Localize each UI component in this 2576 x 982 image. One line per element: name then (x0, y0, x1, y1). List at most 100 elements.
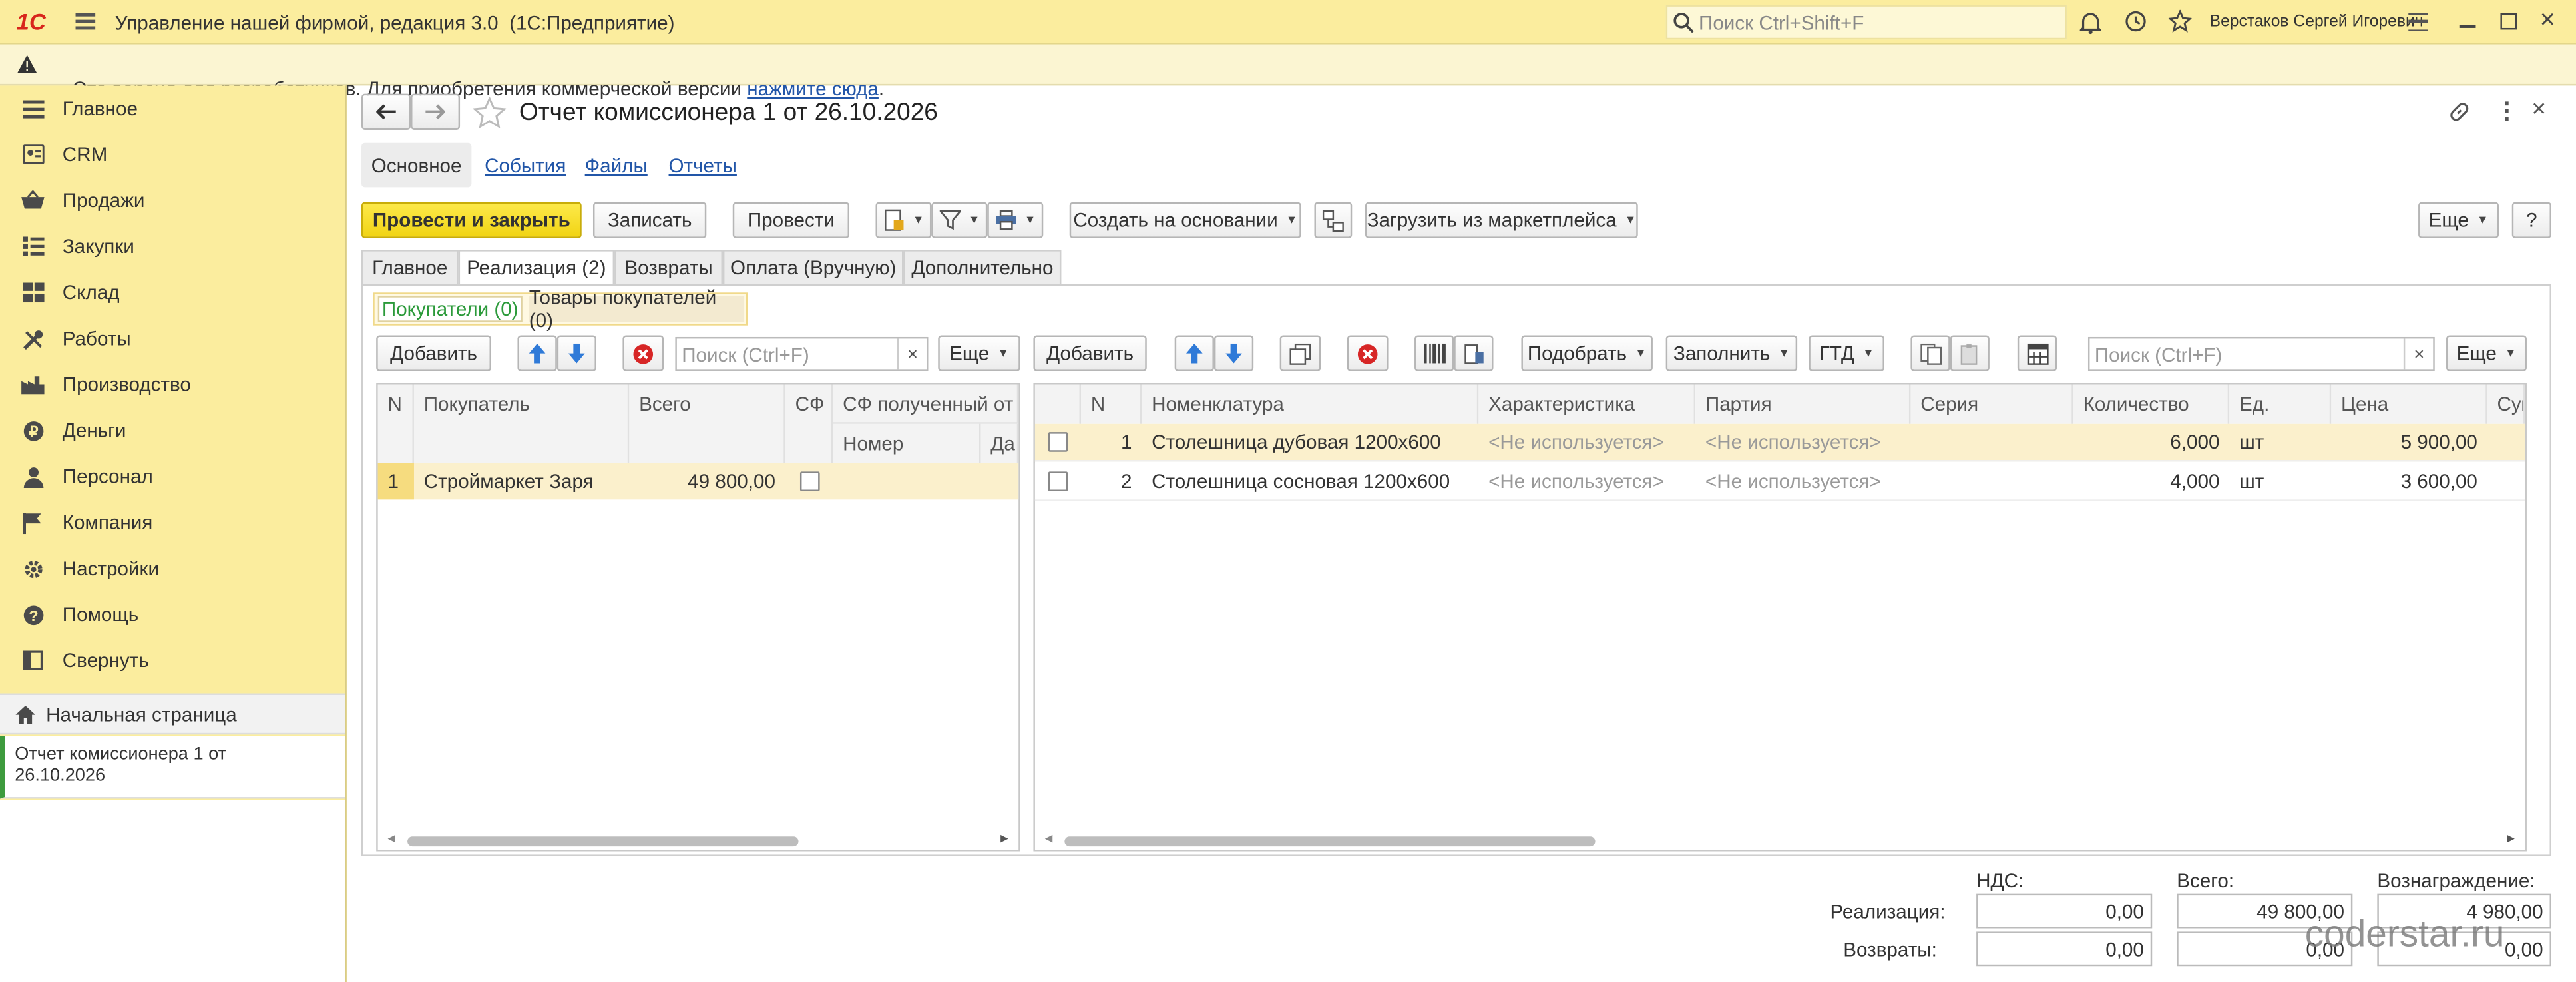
right-copy-button[interactable] (1279, 335, 1321, 371)
left-more-button[interactable]: Еще ▼ (938, 335, 1020, 371)
right-move-down-button[interactable] (1213, 335, 1254, 371)
warning-link[interactable]: нажмите сюда (747, 77, 879, 101)
more-button[interactable]: Еще ▼ (2418, 202, 2499, 238)
sidebar-item-purchases[interactable]: Закупки (0, 224, 345, 270)
gtd-button[interactable]: ГТД ▼ (1809, 335, 1884, 371)
forward-button[interactable] (411, 93, 461, 130)
clear-icon[interactable]: × (2403, 338, 2433, 370)
tab-main[interactable]: Основное (361, 142, 472, 188)
table-row[interactable]: 1 Столешница дубовая 1200х600 <Не исполь… (1034, 423, 2525, 462)
minimize-icon[interactable] (2459, 25, 2476, 27)
save-button[interactable]: Записать (592, 202, 707, 238)
table-row[interactable]: 2 Столешница сосновая 1200х600 <Не испол… (1034, 463, 2525, 501)
sidebar-item-warehouse[interactable]: Склад (0, 270, 345, 316)
right-add-button[interactable]: Добавить (1033, 335, 1147, 371)
favorites-icon[interactable] (2168, 9, 2192, 33)
barcode-button[interactable] (1414, 335, 1454, 371)
global-search[interactable]: Поиск Ctrl+Shift+F (1665, 5, 2067, 40)
left-horizontal-scrollbar[interactable]: ◀ ▶ (378, 833, 1019, 850)
subtab-buyer-goods[interactable]: Товары покупателей (0) (529, 286, 745, 332)
scroll-left-icon[interactable]: ◀ (387, 833, 395, 845)
col-sum[interactable]: Сум (2487, 384, 2525, 424)
col-price[interactable]: Цена (2331, 384, 2487, 424)
cell-check[interactable] (1035, 463, 1081, 499)
scroll-right-icon[interactable]: ▶ (2507, 833, 2514, 845)
left-delete-button[interactable] (622, 335, 664, 371)
create-document-button[interactable]: ▼ (875, 202, 932, 238)
paste-rows-button[interactable] (1950, 335, 1990, 371)
create-based-on-button[interactable]: Создать на основании ▼ (1069, 202, 1301, 238)
sidebar-item-money[interactable]: ₽ Деньги (0, 407, 345, 453)
history-icon[interactable] (2124, 10, 2147, 33)
scroll-right-icon[interactable]: ▶ (1000, 833, 1008, 845)
sidebar-item-help[interactable]: ? Помощь (0, 592, 345, 638)
app-logo[interactable]: 1С (17, 8, 46, 34)
sidebar-item-collapse[interactable]: Свернуть (0, 638, 345, 684)
tab-returns[interactable]: Возвраты (614, 250, 723, 286)
tab-general[interactable]: Главное (361, 250, 459, 286)
subtab-buyers[interactable]: Покупатели (0) (377, 296, 523, 322)
col-number[interactable]: Номер (833, 423, 981, 464)
print-button[interactable]: ▼ (987, 202, 1044, 238)
copy-rows-button[interactable] (1910, 335, 1950, 371)
close-window-icon[interactable]: × (2540, 7, 2555, 36)
right-more-button[interactable]: Еще ▼ (2446, 335, 2527, 371)
col-n[interactable]: N (377, 384, 414, 464)
more-actions-icon[interactable]: ⋮ (2495, 99, 2519, 122)
scrollbar-thumb[interactable] (407, 836, 799, 847)
sidebar-item-sales[interactable]: Продажи (0, 178, 345, 224)
col-sf-received[interactable]: СФ полученный от ко (833, 384, 1019, 424)
scroll-left-icon[interactable]: ◀ (1045, 833, 1052, 845)
home-page-item[interactable]: Начальная страница (0, 693, 345, 735)
bell-icon[interactable] (2079, 11, 2101, 35)
col-item[interactable]: Номенклатура (1142, 384, 1479, 424)
col-n[interactable]: N (1081, 384, 1142, 424)
settings-menu-icon[interactable] (2408, 13, 2428, 31)
tab-sales[interactable]: Реализация (2) (458, 250, 615, 286)
fill-button[interactable]: Заполнить ▼ (1665, 335, 1798, 371)
right-horizontal-scrollbar[interactable]: ◀ ▶ (1035, 833, 2525, 850)
post-button[interactable]: Провести (732, 202, 850, 238)
tab-files[interactable]: Файлы (585, 154, 648, 178)
tab-additional[interactable]: Дополнительно (903, 250, 1062, 286)
col-series[interactable]: Серия (1910, 384, 2073, 424)
col-date[interactable]: Да (980, 423, 1019, 464)
right-move-up-button[interactable] (1174, 335, 1214, 371)
sidebar-item-company[interactable]: Компания (0, 499, 345, 545)
sidebar-item-works[interactable]: Работы (0, 316, 345, 362)
structure-button[interactable] (1314, 202, 1353, 238)
left-add-button[interactable]: Добавить (376, 335, 491, 371)
post-and-close-button[interactable]: Провести и закрыть (361, 202, 582, 238)
right-search-input[interactable]: Поиск (Ctrl+F) × (2087, 336, 2435, 371)
scrollbar-thumb[interactable] (1064, 836, 1596, 847)
left-search-input[interactable]: Поиск (Ctrl+F) × (675, 336, 929, 371)
returns-vat-field[interactable]: 0,00 (1976, 931, 2153, 967)
sidebar-item-settings[interactable]: Настройки (0, 545, 345, 591)
col-sf[interactable]: СФ (785, 384, 833, 464)
user-name[interactable]: Верстаков Сергей Игоревич (2210, 13, 2424, 31)
right-delete-button[interactable] (1347, 335, 1389, 371)
open-document-item[interactable]: Отчет комиссионера 1 от 26.10.2026 (0, 736, 345, 799)
sidebar-item-personnel[interactable]: Персонал (0, 453, 345, 499)
star-icon[interactable] (473, 97, 507, 128)
sf-checkbox[interactable] (799, 471, 819, 491)
tab-payment[interactable]: Оплата (Вручную) (722, 250, 904, 286)
cell-check[interactable] (1035, 424, 1081, 460)
col-unit[interactable]: Ед. (2229, 384, 2332, 424)
help-button[interactable]: ? (2511, 202, 2551, 238)
left-move-up-button[interactable] (517, 335, 557, 371)
tab-reports[interactable]: Отчеты (669, 154, 737, 178)
maximize-icon[interactable] (2500, 13, 2517, 30)
table-row[interactable]: 1 Строймаркет Заря 49 800,00 (377, 463, 1019, 500)
link-icon[interactable] (2448, 101, 2471, 124)
sales-vat-field[interactable]: 0,00 (1976, 893, 2153, 929)
close-form-icon[interactable]: × (2531, 95, 2546, 123)
tab-events[interactable]: События (485, 154, 566, 178)
col-total[interactable]: Всего (629, 384, 785, 464)
clear-icon[interactable]: × (897, 338, 927, 370)
left-move-down-button[interactable] (556, 335, 596, 371)
sidebar-item-crm[interactable]: CRM (0, 131, 345, 177)
col-batch[interactable]: Партия (1695, 384, 1911, 424)
row-checkbox[interactable] (1048, 432, 1068, 452)
sidebar-item-production[interactable]: Производство (0, 362, 345, 407)
